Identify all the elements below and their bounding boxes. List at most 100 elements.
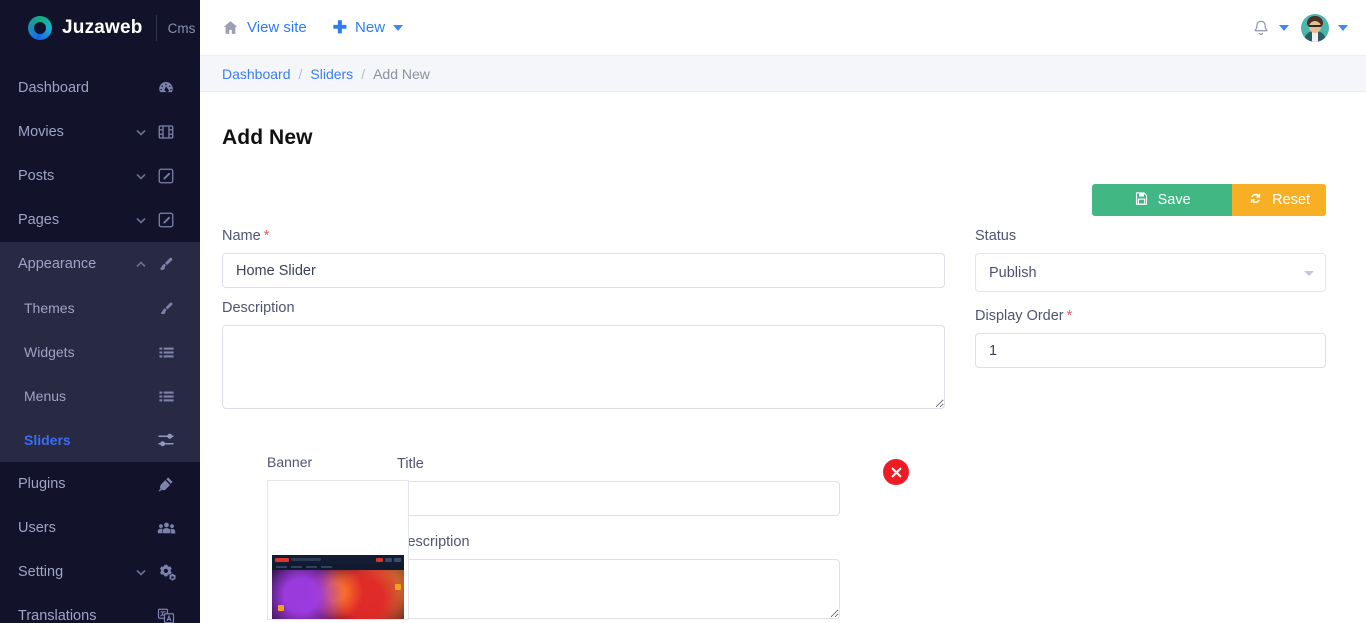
preview-hero-image — [272, 570, 404, 620]
required-marker: * — [1066, 308, 1073, 325]
sidebar-item-label: Appearance — [18, 256, 97, 272]
users-icon — [156, 518, 176, 538]
avatar — [1301, 13, 1329, 42]
item-description-group: Description — [397, 534, 840, 620]
plus-icon: ✚ — [332, 18, 348, 37]
view-site-label: View site — [247, 19, 307, 36]
gears-icon — [156, 562, 176, 582]
description-label: Description — [222, 300, 295, 317]
reset-button[interactable]: Reset — [1232, 184, 1326, 217]
form-actions: Save Reset — [222, 184, 1326, 217]
brush-icon — [156, 254, 176, 274]
display-order-field-group: Display Order * — [975, 308, 1326, 369]
sidebar-item-appearance[interactable]: Appearance — [0, 242, 200, 286]
chevron-down-icon — [1304, 270, 1314, 276]
banner-preview-image — [272, 555, 404, 620]
sidebar-item-label: Menus — [24, 388, 67, 404]
topbar-left: View site ✚ New — [222, 18, 404, 37]
new-menu-button[interactable]: ✚ New — [332, 18, 404, 37]
status-selected-value: Publish — [989, 264, 1037, 281]
floppy-save-icon — [1134, 191, 1149, 210]
name-label-text: Name — [222, 228, 261, 245]
sidebar-item-label: Posts — [18, 168, 55, 184]
breadcrumb-sliders[interactable]: Sliders — [310, 66, 353, 82]
name-field-group: Name * — [222, 228, 945, 289]
sidebar-item-label: Sliders — [24, 432, 71, 448]
sidebar-item-themes[interactable]: Themes — [0, 286, 200, 330]
status-select-wrap: Publish — [975, 253, 1326, 293]
description-textarea[interactable] — [222, 325, 945, 410]
sidebar-item-widgets[interactable]: Widgets — [0, 330, 200, 374]
edit-square-icon — [156, 166, 176, 186]
sidebar-item-setting[interactable]: Setting — [0, 550, 200, 594]
film-icon — [156, 122, 176, 142]
status-select[interactable]: Publish — [975, 253, 1326, 293]
banner-column: Banner — [222, 454, 409, 623]
sidebar-item-dashboard[interactable]: Dashboard — [0, 66, 200, 110]
app-root: Juzaweb Cms Dashboard Movies Posts Pages… — [0, 0, 1366, 623]
view-site-link[interactable]: View site — [222, 19, 307, 36]
reset-label: Reset — [1272, 192, 1310, 209]
form-column-right: Status Publish Display Order * — [975, 228, 1326, 421]
sidebar-nav: Dashboard Movies Posts Pages Appearance … — [0, 56, 200, 623]
sliders-icon — [156, 430, 176, 450]
edit-square-icon — [156, 210, 176, 230]
list-icon — [156, 386, 176, 406]
banner-thumbnail[interactable] — [267, 480, 409, 621]
name-label: Name * — [222, 228, 945, 244]
status-field-group: Status Publish — [975, 228, 1326, 293]
list-icon — [156, 342, 176, 362]
slider-item-row: Banner Title Description — [222, 454, 1326, 623]
chevron-down-icon — [393, 24, 404, 31]
sidebar-item-users[interactable]: Users — [0, 506, 200, 550]
sidebar-item-menus[interactable]: Menus — [0, 374, 200, 418]
item-description-label: Description — [397, 534, 470, 551]
slider-item-fields: Title Description — [397, 454, 840, 623]
new-label: New — [355, 19, 386, 36]
save-button[interactable]: Save — [1092, 184, 1233, 217]
breadcrumb-separator: / — [298, 65, 303, 82]
brush-icon — [156, 298, 176, 318]
sidebar-item-label: Plugins — [18, 476, 66, 492]
status-label: Status — [975, 228, 1017, 245]
plug-icon — [156, 474, 176, 494]
brand-divider — [155, 15, 157, 41]
remove-slider-item-button[interactable] — [883, 459, 909, 486]
topbar: View site ✚ New — [200, 0, 1366, 56]
remove-circle-icon — [890, 466, 903, 479]
chevron-down-icon — [134, 129, 148, 136]
sidebar-item-label: Widgets — [24, 344, 75, 360]
display-order-label-text: Display Order — [975, 308, 1064, 325]
sidebar-item-label: Users — [18, 520, 56, 536]
user-menu-button[interactable] — [1301, 13, 1348, 42]
sidebar-item-movies[interactable]: Movies — [0, 110, 200, 154]
sidebar-item-sliders[interactable]: Sliders — [0, 418, 200, 462]
preview-site-header — [272, 555, 404, 565]
notifications-button[interactable] — [1252, 19, 1289, 37]
sidebar-item-translations[interactable]: Translations — [0, 594, 200, 623]
sidebar-item-plugins[interactable]: Plugins — [0, 462, 200, 506]
brand-name: Juzaweb — [62, 17, 143, 38]
dashboard-icon — [156, 78, 176, 98]
item-description-textarea[interactable] — [397, 559, 840, 620]
bell-icon — [1252, 19, 1270, 37]
sidebar-item-pages[interactable]: Pages — [0, 198, 200, 242]
breadcrumb: Dashboard / Sliders / Add New — [200, 56, 1366, 92]
name-input[interactable] — [222, 253, 945, 289]
form-column-left: Name* Description — [222, 228, 945, 421]
display-order-input[interactable] — [975, 333, 1326, 369]
brand-subtitle: Cms — [167, 20, 196, 36]
required-marker: * — [263, 228, 270, 245]
breadcrumb-dashboard[interactable]: Dashboard — [222, 66, 291, 82]
chevron-down-icon — [1338, 24, 1348, 31]
chevron-down-icon — [1279, 24, 1289, 31]
chevron-up-icon — [134, 260, 148, 268]
breadcrumb-separator: / — [361, 65, 366, 82]
item-title-input[interactable] — [397, 481, 840, 517]
form-content: Save Reset Name * Home Slider Descriptio… — [200, 184, 1366, 623]
brand[interactable]: Juzaweb Cms — [0, 0, 200, 56]
sidebar-item-label: Setting — [18, 564, 64, 580]
topbar-right — [1252, 13, 1348, 42]
sidebar-item-posts[interactable]: Posts — [0, 154, 200, 198]
sidebar-item-label: Dashboard — [18, 80, 89, 96]
